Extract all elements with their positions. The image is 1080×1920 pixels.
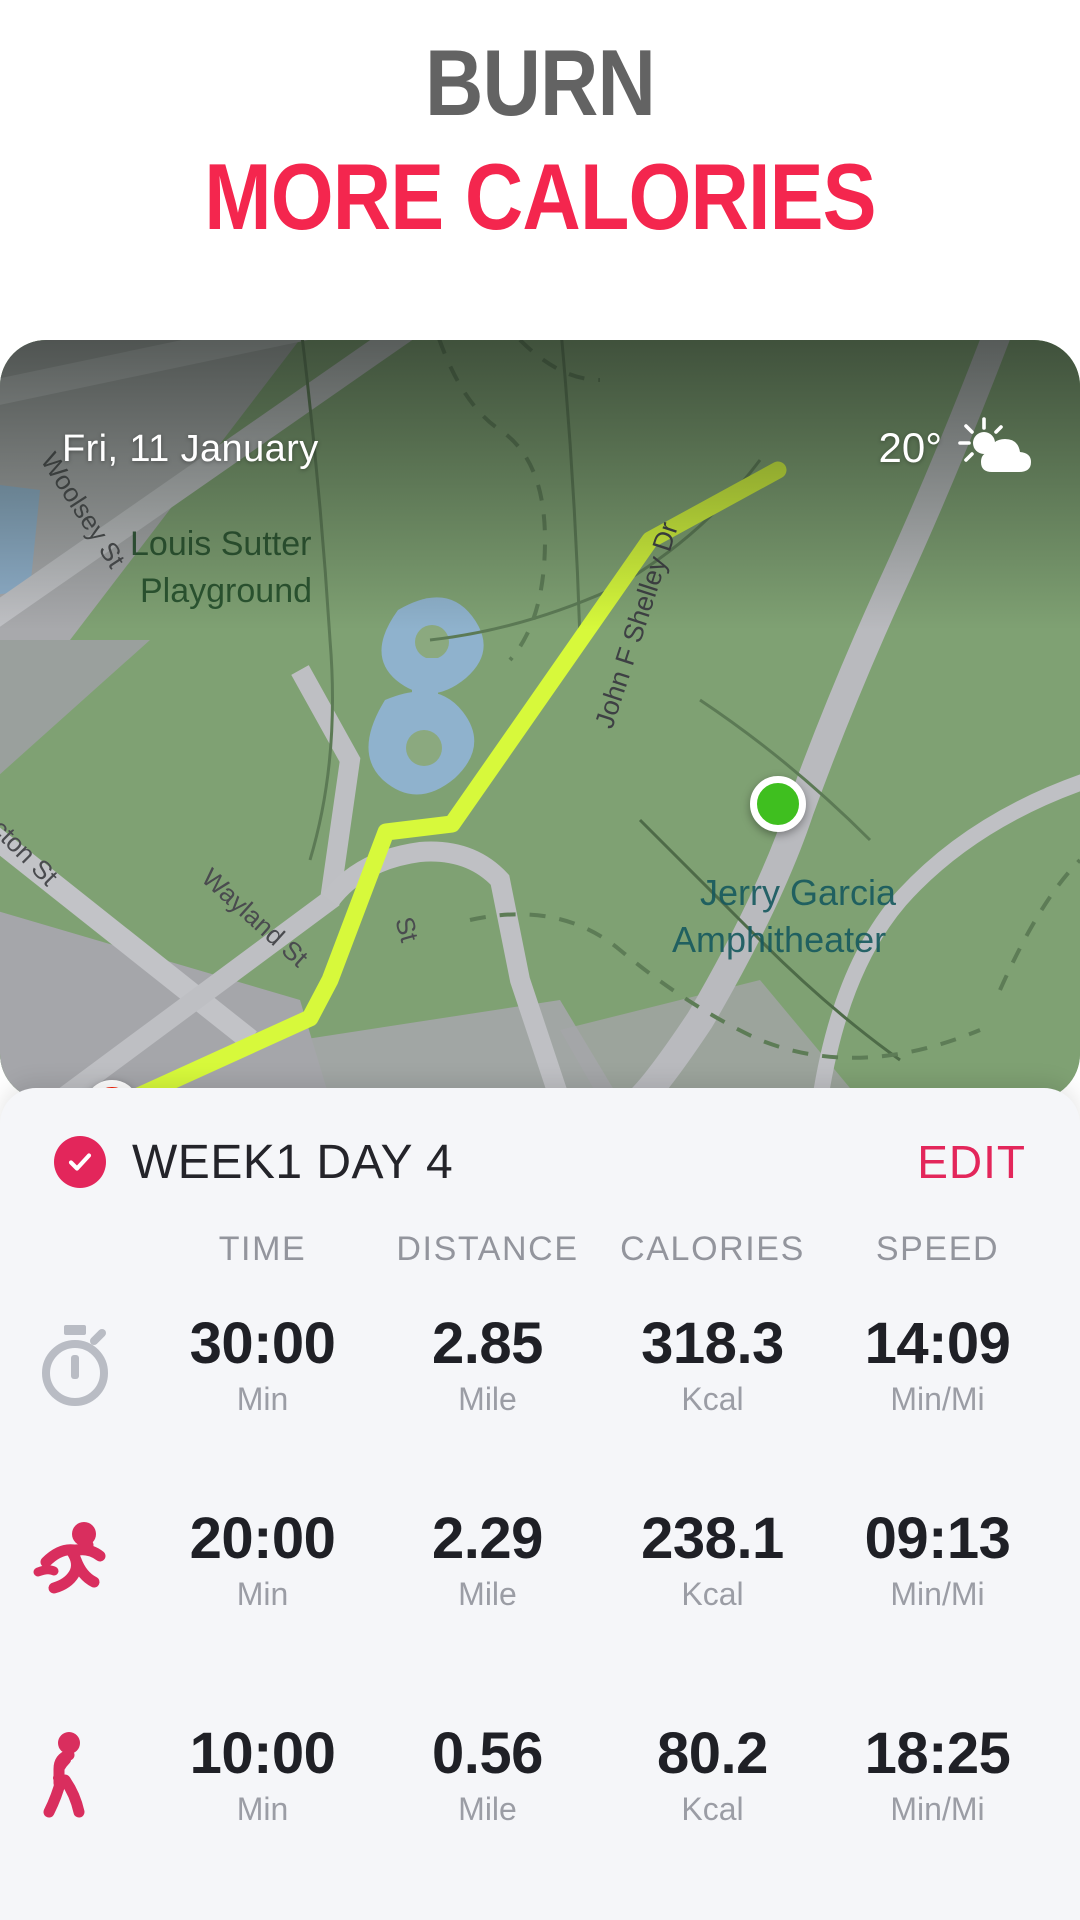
svg-text:Amphitheater: Amphitheater [672,919,886,960]
cell-time: 10:00 Min [150,1721,375,1828]
fitness-run-summary-screen: BURN MORE CALORIES Louis Sutter Playgrou… [0,0,1080,1920]
running-person-glyph [33,1522,106,1594]
cell-calories: 238.1 Kcal [600,1506,825,1613]
svg-text:Louis Sutter: Louis Sutter [130,525,311,563]
cell-speed-unit: Min/Mi [890,1790,985,1827]
cell-calories-unit: Kcal [681,1790,744,1827]
workout-stats-panel: WEEK1 DAY 4 EDIT TIME DISTANCE CALORIES … [0,1088,1080,1920]
cell-speed-value: 09:13 [864,1506,1011,1572]
headline-line-secondary: MORE CALORIES [204,144,876,249]
sun-behind-cloud-icon [958,417,1031,472]
cell-time: 20:00 Min [150,1506,375,1613]
cell-distance-unit: Mile [458,1575,517,1612]
svg-text:Playground: Playground [140,572,312,610]
cell-distance-value: 2.85 [432,1311,543,1377]
stopwatch-icon [0,1323,150,1409]
cell-distance: 2.85 Mile [375,1311,600,1418]
map-date-label: Fri, 11 January [62,428,319,470]
workout-title: WEEK1 DAY 4 [132,1135,454,1189]
svg-text:Jerry Garcia: Jerry Garcia [700,872,897,913]
cell-speed-unit: Min/Mi [890,1575,985,1612]
cell-calories-value: 318.3 [641,1311,784,1377]
page-title: BURN MORE CALORIES [0,0,1080,244]
cell-speed-value: 18:25 [864,1721,1011,1787]
cell-distance: 0.56 Mile [375,1721,600,1828]
cell-speed: 14:09 Min/Mi [825,1311,1050,1418]
cell-speed: 18:25 Min/Mi [825,1721,1050,1828]
cell-time-value: 30:00 [189,1311,336,1377]
stopwatch-glyph [42,1325,108,1406]
cell-calories-value: 80.2 [657,1721,768,1787]
column-header-time: TIME [218,1230,307,1268]
cell-distance-value: 0.56 [432,1721,543,1787]
table-row[interactable]: 30:00 Min 2.85 Mile 318.3 Kcal 14:09 Min… [0,1278,1080,1454]
headline-line-primary: BURN [424,30,656,135]
table-row[interactable]: 20:00 Min 2.29 Mile 238.1 Kcal 09:13 Min… [0,1473,1080,1649]
cell-speed: 09:13 Min/Mi [825,1506,1050,1613]
check-circle-icon [54,1136,106,1188]
check-glyph [68,1153,92,1171]
cell-time-unit: Min [236,1790,289,1827]
route-end-marker[interactable] [750,776,806,832]
cell-time: 30:00 Min [150,1311,375,1418]
column-header-distance: DISTANCE [396,1230,579,1268]
cell-time-value: 20:00 [189,1506,336,1572]
cell-calories: 80.2 Kcal [600,1721,825,1828]
walking-person-glyph [43,1732,85,1818]
cell-time-unit: Min [236,1575,289,1612]
cell-distance: 2.29 Mile [375,1506,600,1613]
cell-distance-value: 2.29 [432,1506,543,1572]
cell-calories-value: 238.1 [641,1506,784,1572]
route-map[interactable]: Louis Sutter Playground Woolsey St Wayla… [0,340,1080,1100]
cell-calories: 318.3 Kcal [600,1311,825,1418]
temperature-label: 20° [878,424,942,471]
cell-calories-unit: Kcal [681,1380,744,1417]
walking-person-icon [0,1730,150,1822]
running-person-icon [0,1516,150,1606]
cell-distance-unit: Mile [458,1380,517,1417]
cell-speed-unit: Min/Mi [890,1380,985,1417]
panel-header: WEEK1 DAY 4 EDIT [0,1122,1080,1202]
cell-distance-unit: Mile [458,1790,517,1827]
cell-time-value: 10:00 [189,1721,336,1787]
cell-time-unit: Min [236,1380,289,1417]
stats-column-headers: TIME DISTANCE CALORIES SPEED [0,1230,1080,1269]
table-row[interactable]: 10:00 Min 0.56 Mile 80.2 Kcal 18:25 Min/… [0,1688,1080,1864]
cell-speed-value: 14:09 [864,1311,1011,1377]
column-header-calories: CALORIES [620,1230,805,1268]
cell-calories-unit: Kcal [681,1575,744,1612]
edit-button[interactable]: EDIT [917,1135,1026,1189]
weather-widget: 20° [878,416,1034,480]
column-header-speed: SPEED [875,1230,1000,1268]
